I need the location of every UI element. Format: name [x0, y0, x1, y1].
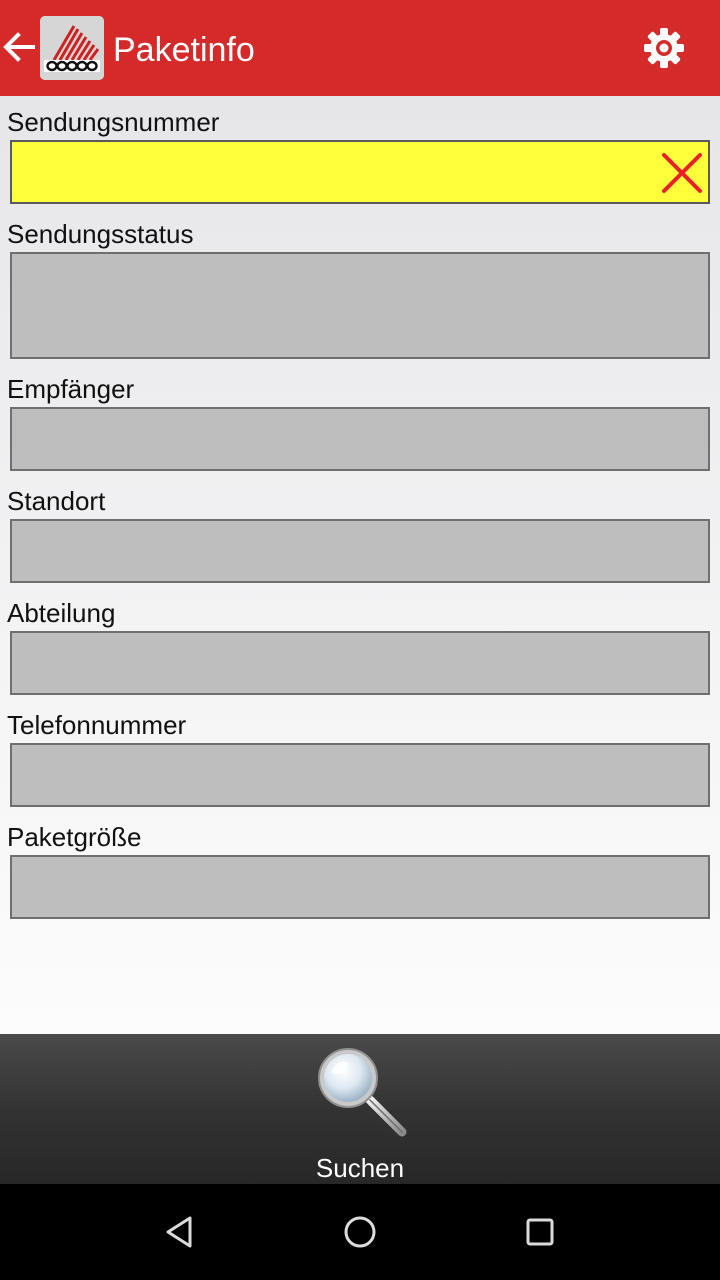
- clear-button[interactable]: [660, 151, 704, 195]
- nav-back-button[interactable]: [160, 1212, 200, 1252]
- bottom-toolbar: Suchen: [0, 1034, 720, 1184]
- magnifier-icon: [318, 1048, 407, 1137]
- department-label: Abteilung: [7, 598, 116, 628]
- package-size-field: [10, 855, 710, 919]
- triangle-back-icon: [166, 1216, 192, 1248]
- settings-button[interactable]: [638, 22, 690, 74]
- shipment-status-field: [10, 252, 710, 359]
- location-field: [10, 519, 710, 583]
- app-title: Paketinfo: [113, 31, 255, 69]
- shipment-status-label: Sendungsstatus: [7, 219, 194, 249]
- nav-home-button[interactable]: [340, 1212, 380, 1252]
- app-bar: Paketinfo: [0, 0, 720, 96]
- close-icon: [662, 153, 702, 193]
- circle-home-icon: [344, 1216, 376, 1248]
- phone-number-field: [10, 743, 710, 807]
- arrow-left-icon: [3, 32, 35, 62]
- app-logo: [40, 16, 104, 80]
- gear-icon: [644, 28, 684, 68]
- recipient-field: [10, 407, 710, 471]
- location-label: Standort: [7, 486, 106, 516]
- square-recents-icon: [526, 1218, 554, 1246]
- tracking-number-input[interactable]: [12, 142, 652, 202]
- tracking-number-label: Sendungsnummer: [7, 107, 220, 137]
- phone-number-label: Telefonnummer: [7, 710, 187, 740]
- search-button[interactable]: Suchen: [290, 1042, 430, 1182]
- system-nav-bar: [0, 1184, 720, 1280]
- package-info-form: Sendungsnummer Sendungsstatus Empfänger …: [0, 96, 720, 1034]
- search-label: Suchen: [315, 1153, 405, 1183]
- department-field: [10, 631, 710, 695]
- back-button[interactable]: [0, 24, 38, 70]
- tracking-number-field[interactable]: [10, 140, 710, 204]
- package-size-label: Paketgröße: [7, 822, 142, 852]
- recipient-label: Empfänger: [7, 374, 135, 404]
- nav-recents-button[interactable]: [520, 1212, 560, 1252]
